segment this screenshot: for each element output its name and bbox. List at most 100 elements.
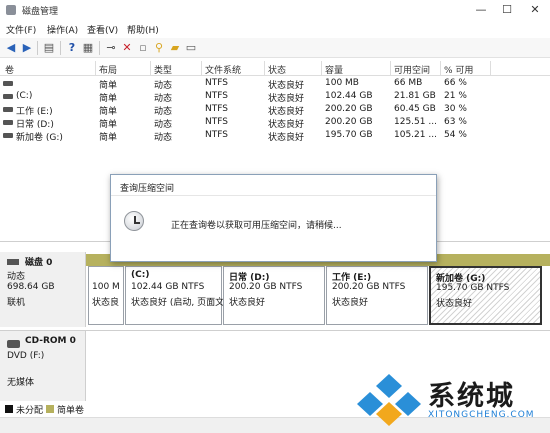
toolbar: ◀ ▶ ▤ ? ▦ ⊸ ✕ ▫ ⚲ ▰ ▭ [0,38,550,58]
partition-status: 状态良好 [229,298,266,308]
dialog-message: 正在查询卷以获取可用压缩空间，请稍候... [171,221,342,231]
partition-size: 200.20 GB NTFS [229,282,303,292]
volume-filesystem: NTFS [205,104,228,114]
cdrom-name: CD-ROM 0 [25,336,76,346]
connect-icon[interactable]: ⊸ [104,41,118,55]
partition-e[interactable]: 工作 (E:) 200.20 GB NTFS 状态良好 [326,266,428,325]
disk-0-label[interactable]: 磁盘 0 动态 698.64 GB 联机 [0,252,86,327]
volume-filesystem: NTFS [205,117,228,127]
volume-type: 动态 [154,133,173,143]
col-free-space[interactable]: 可用空间 [394,63,430,76]
volume-row[interactable]: 工作 (E:) 简单 动态 NTFS 状态良好 200.20 GB 60.45 … [0,103,550,117]
menu-file[interactable]: 文件(F) [6,23,36,36]
cdrom-media: 无媒体 [7,378,35,388]
disk-name: 磁盘 0 [25,258,53,268]
disk-management-icon [6,5,16,15]
legend-unallocated: 未分配 [16,406,44,416]
partition-size: 102.44 GB NTFS [131,282,205,292]
volume-percent-free: 54 % [444,130,467,140]
col-capacity[interactable]: 容量 [325,63,343,76]
help-icon[interactable]: ? [65,41,79,55]
volume-percent-free: 30 % [444,104,467,114]
properties-icon[interactable]: ▦ [81,41,95,55]
volume-free-space: 60.45 GB [394,104,436,114]
title-bar: 磁盘管理 — ☐ ✕ [0,0,550,20]
partition-c[interactable]: (C:) 102.44 GB NTFS 状态良好 (启动, 页面文 [125,266,225,325]
delete-icon[interactable]: ✕ [120,41,134,55]
volume-icon [3,94,13,99]
window-title: 磁盘管理 [22,7,59,17]
volume-icon [3,81,13,86]
col-volume[interactable]: 卷 [5,63,14,76]
cdrom-0-label[interactable]: CD-ROM 0 DVD (F:) 无媒体 [0,331,86,401]
partition-d[interactable]: 日常 (D:) 200.20 GB NTFS 状态良好 [223,266,325,325]
volume-free-space: 66 MB [394,78,423,88]
volume-layout: 简单 [99,133,118,143]
new-icon[interactable]: ▫ [136,41,150,55]
volume-capacity: 102.44 GB [325,91,373,101]
volume-free-space: 105.21 ... [394,130,437,140]
menu-help[interactable]: 帮助(H) [127,23,159,36]
volume-icon [3,120,13,125]
volume-list-header: 卷 布局 类型 文件系统 状态 容量 可用空间 % 可用 [0,61,550,76]
list-icon[interactable]: ▤ [42,41,56,55]
site-watermark: 系统城 XITONGCHENG.COM [356,372,546,430]
partition-size: 100 M [92,282,120,292]
volume-name: (C:) [16,91,33,101]
volume-filesystem: NTFS [205,130,228,140]
volume-row[interactable]: 日常 (D:) 简单 动态 NTFS 状态良好 200.20 GB 125.51… [0,116,550,130]
volume-percent-free: 63 % [444,117,467,127]
cdrom-drive: DVD (F:) [7,351,45,361]
volume-capacity: 200.20 GB [325,104,373,114]
brand-site: XITONGCHENG.COM [428,410,535,420]
volume-icon [3,107,13,112]
clock-icon [124,211,144,231]
brand-name: 系统城 [428,381,515,412]
maximize-button[interactable]: ☐ [496,2,518,18]
col-percent-free[interactable]: % 可用 [444,63,473,76]
volume-percent-free: 21 % [444,91,467,101]
partition-status: 状态良好 (启动, 页面文 [131,298,225,308]
search-icon[interactable]: ⚲ [152,41,166,55]
volume-name: 新加卷 (G:) [16,133,63,143]
partition-size: 200.20 GB NTFS [332,282,406,292]
open-icon[interactable]: ▰ [168,41,182,55]
disk-type: 动态 [7,272,26,282]
col-filesystem[interactable]: 文件系统 [205,63,241,76]
volume-free-space: 125.51 ... [394,117,437,127]
legend: 未分配 简单卷 [0,402,360,416]
view-icon[interactable]: ▭ [184,41,198,55]
volume-filesystem: NTFS [205,91,228,101]
unallocated-swatch [5,405,13,413]
col-status[interactable]: 状态 [268,63,286,76]
volume-percent-free: 66 % [444,78,467,88]
partition-name: (C:) [131,270,150,280]
close-window-button[interactable]: ✕ [524,2,546,18]
query-shrink-dialog[interactable]: 查询压缩空间 正在查询卷以获取可用压缩空间，请稍候... [110,174,437,262]
volume-free-space: 21.81 GB [394,91,436,101]
volume-capacity: 200.20 GB [325,117,373,127]
back-icon[interactable]: ◀ [4,41,18,55]
partition-status: 状态良好 [332,298,369,308]
col-layout[interactable]: 布局 [99,63,117,76]
minimize-button[interactable]: — [470,2,492,18]
volume-row[interactable]: 新加卷 (G:) 简单 动态 NTFS 状态良好 195.70 GB 105.2… [0,129,550,143]
legend-simple-volume: 简单卷 [57,406,85,416]
disk-state: 联机 [7,298,26,308]
volume-row[interactable]: 简单 动态 NTFS 状态良好 100 MB 66 MB 66 % [0,77,550,91]
volume-row[interactable]: (C:) 简单 动态 NTFS 状态良好 102.44 GB 21.81 GB … [0,90,550,104]
volume-status: 状态良好 [268,133,305,143]
cdrom-icon [7,340,20,348]
col-type[interactable]: 类型 [154,63,172,76]
menu-action[interactable]: 操作(A) [47,23,78,36]
partition-system-reserved[interactable]: 100 M 状态良 [88,266,124,325]
dialog-title: 查询压缩空间 [120,184,175,194]
menu-view[interactable]: 查看(V) [87,23,118,36]
partition-size: 195.70 GB NTFS [436,283,510,293]
volume-filesystem: NTFS [205,78,228,88]
volume-icon [3,133,13,138]
brand-logo-icon [357,374,421,426]
forward-icon[interactable]: ▶ [20,41,34,55]
volume-capacity: 195.70 GB [325,130,373,140]
partition-g-selected[interactable]: 新加卷 (G:) 195.70 GB NTFS 状态良好 [429,266,542,325]
